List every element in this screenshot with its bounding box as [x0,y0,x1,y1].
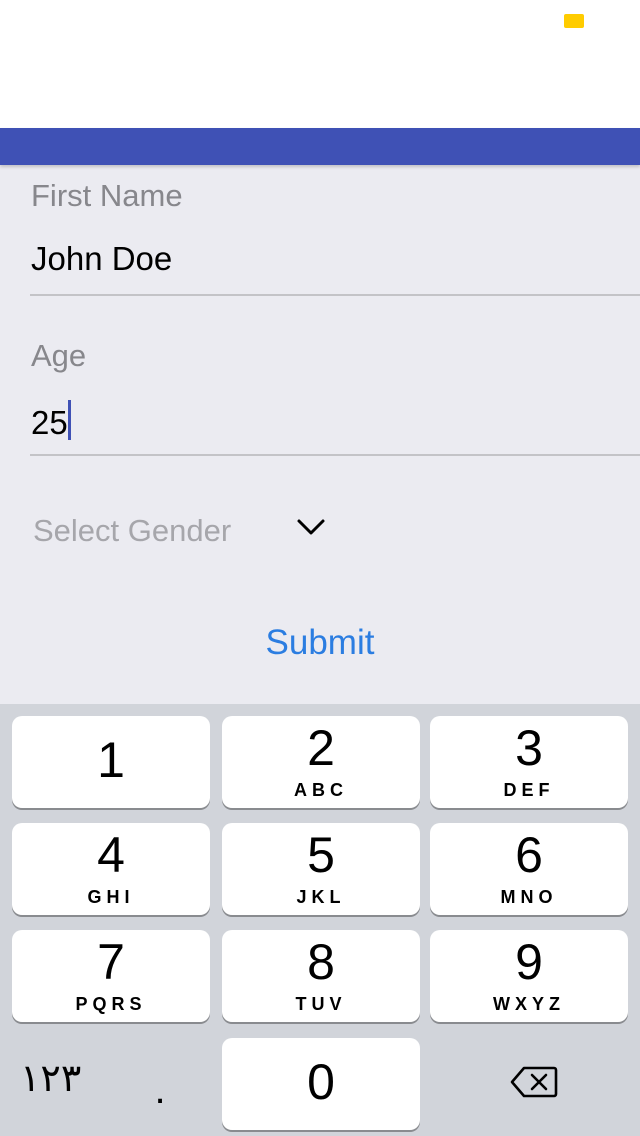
delete-key[interactable] [430,1038,628,1130]
key-4[interactable]: 4 GHI [12,823,210,915]
key-9[interactable]: 9 WXYZ [430,930,628,1022]
form: First Name John Doe Age 25 Select Gender… [0,165,640,704]
first-name-field[interactable]: First Name John Doe [30,165,640,296]
decimal-key[interactable]: . [100,1038,220,1130]
key-digit: 0 [307,1054,335,1110]
key-0[interactable]: 0 [222,1038,420,1130]
age-label: Age [31,338,87,373]
key-letters: PQRS [75,994,147,1014]
key-letters: WXYZ [493,994,565,1014]
key-letters: TUV [295,994,347,1014]
key-6[interactable]: 6 MNO [430,823,628,915]
decimal-label: . [154,1068,166,1112]
key-digit: 6 [515,827,543,883]
app-bar [0,128,640,165]
key-2[interactable]: 2 ABC [222,716,420,808]
key-digit: 5 [307,827,335,883]
submit-button[interactable]: Submit [220,613,420,673]
key-digit: 2 [307,720,335,776]
key-digit: 7 [97,934,125,990]
key-digit: 8 [307,934,335,990]
key-letters: MNO [500,887,558,907]
key-letters: GHI [87,887,135,907]
status-bar [0,0,640,40]
first-name-label: First Name [31,178,183,213]
key-letters: DEF [503,780,555,800]
key-3[interactable]: 3 DEF [430,716,628,808]
battery-icon [564,14,584,28]
age-input[interactable]: 25 [31,400,71,442]
gender-select[interactable]: Select Gender [32,505,342,555]
key-letters: ABC [294,780,348,800]
key-5[interactable]: 5 JKL [222,823,420,915]
header-area [0,40,640,128]
arabic-digits-label: ١٢٣ [20,1056,82,1100]
key-digit: 9 [515,934,543,990]
key-letters: JKL [296,887,346,907]
text-caret [67,400,71,440]
age-field[interactable]: Age 25 [30,325,640,456]
gender-placeholder: Select Gender [33,513,232,548]
first-name-input[interactable]: John Doe [31,240,172,278]
key-1[interactable]: 1 [12,716,210,808]
key-digit: 4 [97,827,125,883]
key-digit: 1 [97,732,125,788]
age-value: 25 [31,404,68,441]
key-digit: 3 [515,720,543,776]
chevron-down-icon [297,519,325,535]
key-7[interactable]: 7 PQRS [12,930,210,1022]
key-8[interactable]: 8 TUV [222,930,420,1022]
backspace-icon [510,1066,558,1098]
